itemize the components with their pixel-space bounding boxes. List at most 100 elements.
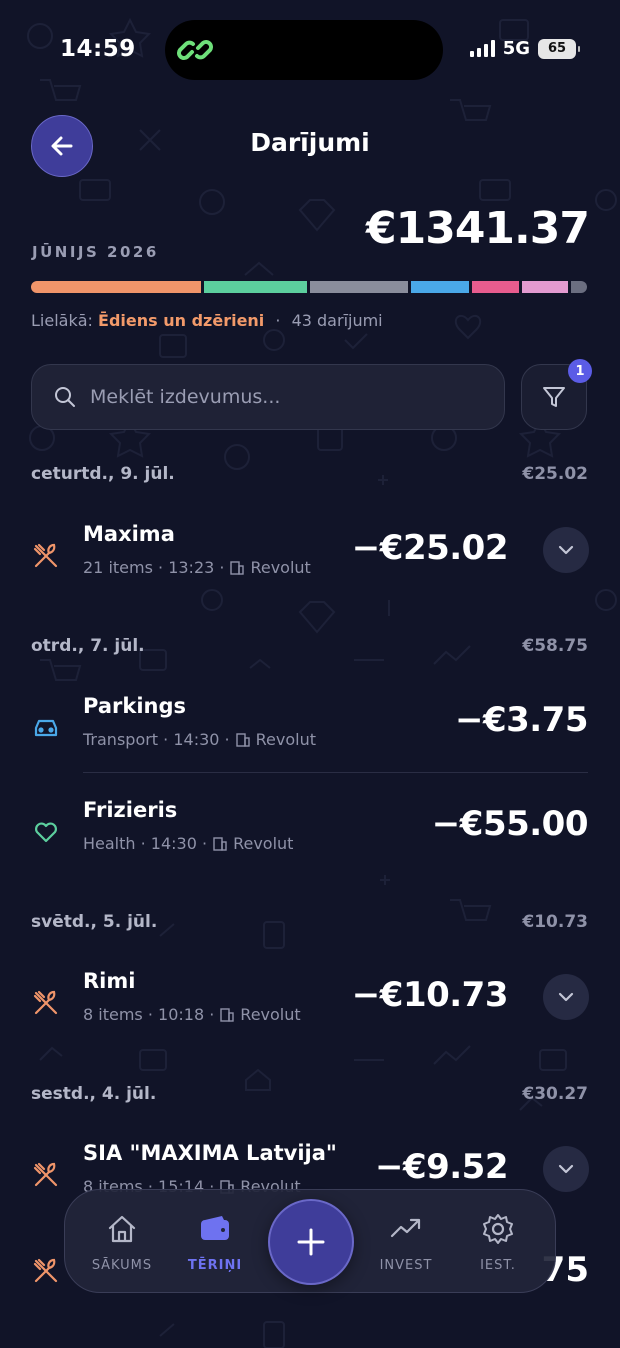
category-segment (204, 281, 307, 293)
bank-icon (213, 836, 227, 851)
battery-icon: 65 (538, 38, 580, 59)
search-icon (55, 387, 75, 407)
transaction-amount: −€3.75 (454, 700, 589, 740)
bank-icon (220, 1007, 234, 1022)
nav-spending-label: TĒRIŅI (187, 1258, 243, 1273)
transaction-row[interactable]: Maxima 21 items · 13:23 · Revolut −€25.0… (0, 522, 620, 592)
nav-home[interactable]: SĀKUMS (77, 1212, 167, 1273)
bank-name: Revolut (250, 558, 311, 577)
day-header: ceturtd., 9. jūl. €25.02 (31, 464, 588, 484)
trending-up-icon (390, 1218, 421, 1238)
biggest-label: Lielākā: (31, 311, 93, 330)
chevron-down-icon (558, 1164, 574, 1174)
day-date: ceturtd., 9. jūl. (31, 464, 175, 484)
transaction-amount: −€10.73 (351, 975, 509, 1015)
battery-level: 65 (547, 41, 567, 56)
category-segment (571, 281, 587, 293)
network-type: 5G (502, 38, 530, 59)
expand-button[interactable] (543, 974, 589, 1020)
transaction-details: 8 items · 10:18 · (83, 1005, 215, 1024)
transaction-details: Health · 14:30 · (83, 834, 208, 853)
search-input[interactable] (90, 386, 470, 408)
status-indicators: 5G 65 (469, 38, 580, 59)
category-segment (31, 281, 201, 293)
day-header: svētd., 5. jūl. €10.73 (31, 912, 588, 932)
heart-icon (35, 822, 57, 843)
biggest-category: Ēdiens un dzērieni (98, 311, 265, 330)
fork-knife-icon (33, 543, 58, 568)
status-time: 14:59 (60, 36, 136, 62)
nav-settings-label: IEST. (480, 1258, 516, 1273)
separator: · (275, 311, 281, 330)
nav-invest[interactable]: INVEST (361, 1212, 451, 1273)
transaction-row[interactable]: Rimi 8 items · 10:18 · Revolut −€10.73 (0, 969, 620, 1039)
transaction-amount: −€55.00 (431, 804, 589, 844)
home-icon (108, 1215, 136, 1243)
transaction-meta: Transport · 14:30 · Revolut (83, 730, 316, 749)
day-header: otrd., 7. jūl. €58.75 (31, 636, 588, 656)
category-segment (310, 281, 408, 293)
category-segment (411, 281, 469, 293)
transaction-details: Transport · 14:30 · (83, 730, 230, 749)
link-icon (177, 40, 213, 60)
transaction-meta: 8 items · 10:18 · Revolut (83, 1005, 301, 1024)
day-header: sestd., 4. jūl. €30.27 (31, 1084, 588, 1104)
expand-button[interactable] (543, 1146, 589, 1192)
day-date: svētd., 5. jūl. (31, 912, 158, 932)
bank-icon (230, 560, 245, 575)
gear-icon (483, 1214, 513, 1244)
bank-name: Revolut (233, 834, 294, 853)
category-breakdown-bar (31, 281, 587, 293)
search-bar[interactable] (31, 364, 505, 430)
nav-home-label: SĀKUMS (91, 1258, 153, 1273)
car-icon (34, 719, 58, 737)
filter-count-badge: 1 (568, 359, 592, 383)
bank-name: Revolut (240, 1005, 301, 1024)
fork-knife-icon (33, 1162, 58, 1187)
day-total: €58.75 (522, 636, 588, 656)
bank-icon (235, 732, 250, 747)
merchant-name: SIA "MAXIMA Latvija" (83, 1141, 337, 1165)
monthly-total: €1341.37 (365, 203, 590, 254)
merchant-name: Maxima (83, 522, 175, 546)
fork-knife-icon (33, 990, 58, 1015)
signal-icon (469, 40, 495, 57)
merchant-name: Parkings (83, 694, 187, 718)
plus-icon (297, 1228, 325, 1256)
transaction-details: 21 items · 13:23 · (83, 558, 225, 577)
transaction-count: 43 darījumi (291, 311, 383, 330)
expand-button[interactable] (543, 527, 589, 573)
transaction-row[interactable]: Frizieris Health · 14:30 · Revolut −€55.… (0, 798, 620, 868)
nav-invest-label: INVEST (379, 1258, 433, 1273)
add-transaction-button[interactable] (268, 1199, 354, 1285)
chevron-down-icon (558, 545, 574, 555)
row-divider (83, 772, 588, 773)
transaction-amount: −€9.52 (374, 1147, 509, 1187)
day-total: €10.73 (522, 912, 588, 932)
month-label: JŪNIJS 2026 (32, 243, 159, 261)
summary-line: Lielākā: Ēdiens un dzērieni · 43 darījum… (31, 311, 383, 330)
dynamic-island (165, 20, 443, 80)
day-total: €25.02 (522, 464, 588, 484)
day-date: sestd., 4. jūl. (31, 1084, 157, 1104)
day-total: €30.27 (522, 1084, 588, 1104)
fork-knife-icon (33, 1258, 58, 1283)
status-bar: 14:59 5G 65 (0, 0, 620, 100)
filter-button[interactable]: 1 (521, 359, 592, 430)
category-segment (522, 281, 568, 293)
merchant-name: Rimi (83, 969, 136, 993)
transaction-meta: 21 items · 13:23 · Revolut (83, 558, 311, 577)
day-date: otrd., 7. jūl. (31, 636, 145, 656)
category-segment (472, 281, 519, 293)
page-title: Darījumi (250, 128, 370, 157)
bottom-navigation: SĀKUMS TĒRIŅI INVEST IEST. (64, 1189, 556, 1293)
chevron-down-icon (558, 992, 574, 1002)
bank-name: Revolut (255, 730, 316, 749)
transaction-amount: −€25.02 (351, 528, 509, 568)
merchant-name: Frizieris (83, 798, 178, 822)
transaction-meta: Health · 14:30 · Revolut (83, 834, 293, 853)
nav-spending[interactable]: TĒRIŅI (170, 1212, 260, 1273)
transaction-row[interactable]: Parkings Transport · 14:30 · Revolut −€3… (0, 694, 620, 764)
nav-settings[interactable]: IEST. (453, 1212, 543, 1273)
filter-icon (543, 387, 565, 407)
